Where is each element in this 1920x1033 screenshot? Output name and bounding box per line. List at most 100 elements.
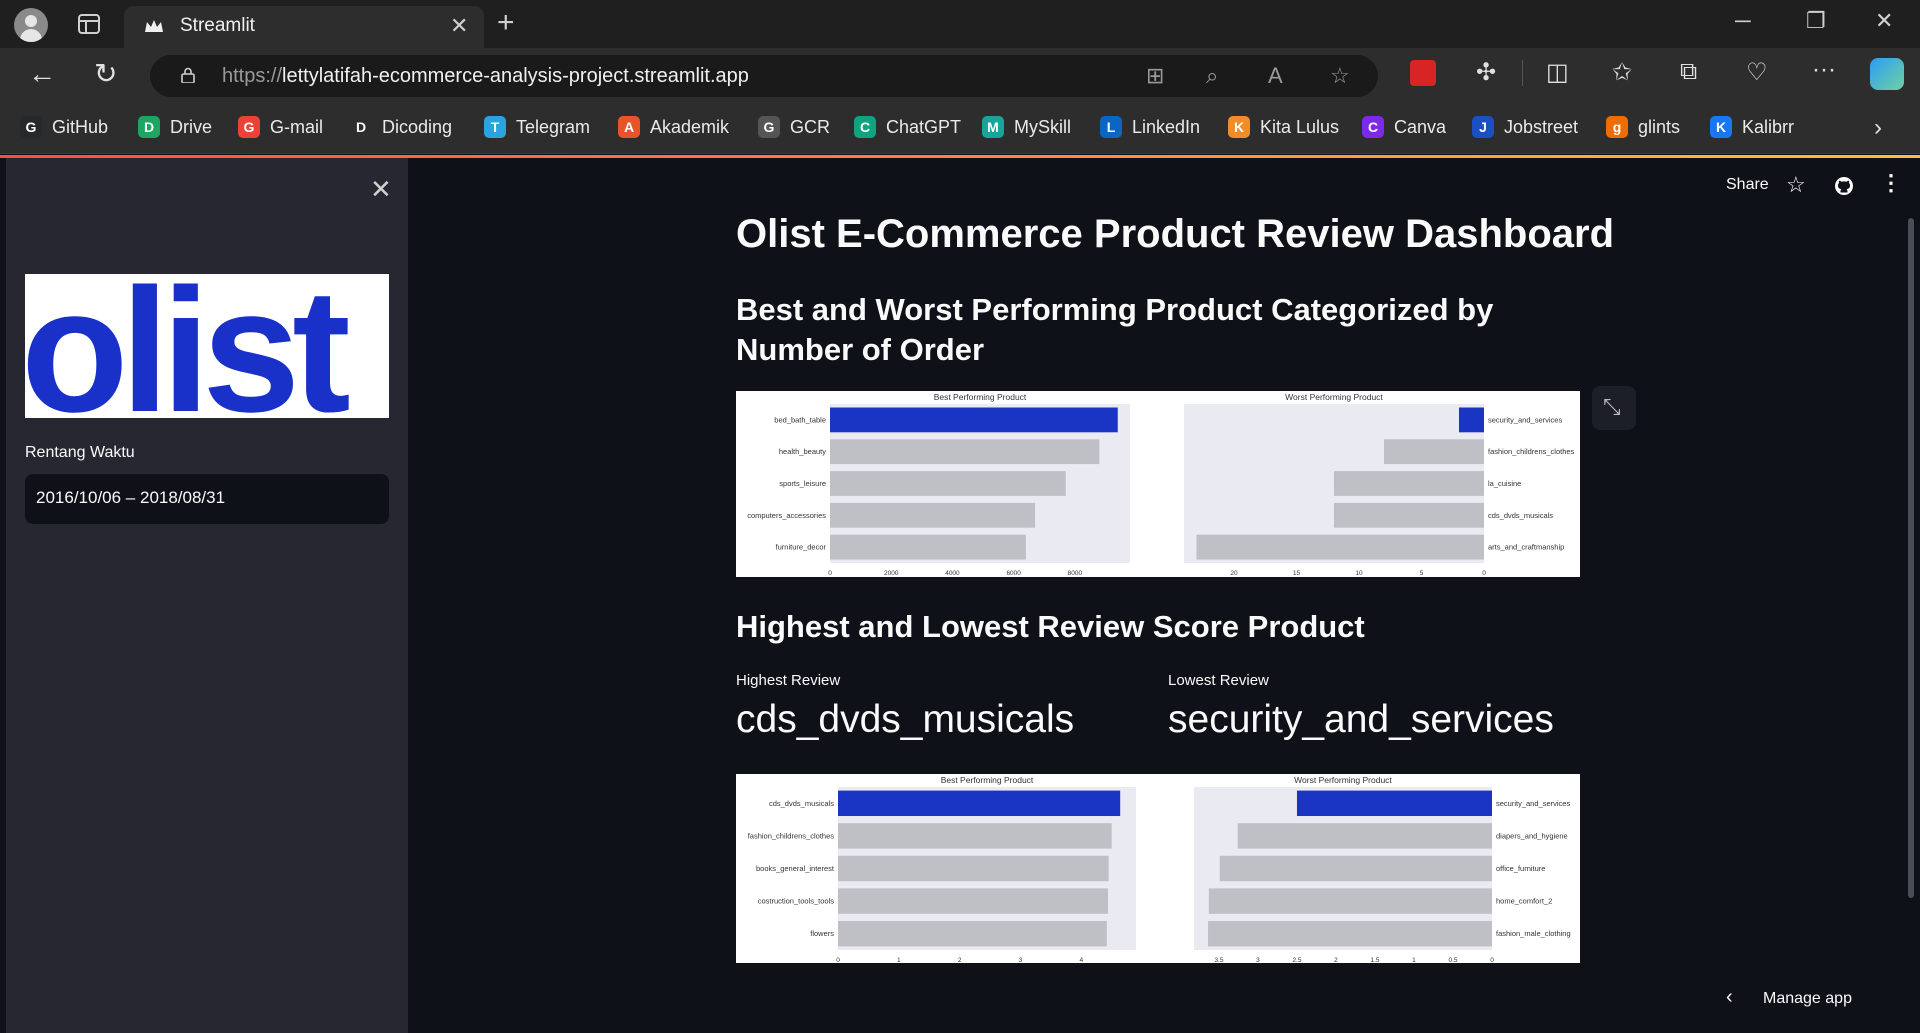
star-icon[interactable]: ☆ <box>1786 172 1806 198</box>
chart-title: Worst Performing Product <box>1294 775 1392 785</box>
bookmark-akademik[interactable]: A Akademik <box>618 116 729 138</box>
window-close-icon[interactable]: ✕ <box>1875 8 1893 34</box>
canva-icon: C <box>1362 116 1384 138</box>
new-tab-icon[interactable]: + <box>497 6 515 40</box>
browser-tab-active[interactable]: Streamlit ✕ <box>124 6 484 48</box>
bookmark-label: GCR <box>790 116 830 137</box>
bar <box>1237 823 1492 849</box>
category-tick-label: health_beauty <box>779 447 826 456</box>
browser-essentials-icon[interactable]: ♡ <box>1746 58 1768 87</box>
bookmark-jobstreet[interactable]: J Jobstreet <box>1472 116 1578 138</box>
category-tick-label: security_and_services <box>1488 415 1562 424</box>
bookmark-dicoding[interactable]: D Dicoding <box>350 116 452 138</box>
browser-tab-strip: Streamlit ✕ + ─ ❐ ✕ <box>0 0 1920 48</box>
back-arrow-icon[interactable]: ← <box>28 58 56 90</box>
collections-icon[interactable]: ⧉ <box>1680 58 1697 86</box>
chevron-left-icon[interactable]: ‹ <box>1726 986 1733 1009</box>
x-tick-label: 4 <box>1079 957 1083 963</box>
bar <box>838 888 1109 914</box>
zoom-icon[interactable]: ⌕ <box>1206 63 1218 89</box>
drive-icon: D <box>138 116 160 138</box>
chevron-right-icon[interactable]: › <box>1874 114 1882 142</box>
favorite-star-icon[interactable]: ☆ <box>1330 63 1350 89</box>
metric-lowest-label: Lowest Review <box>1168 672 1269 689</box>
category-tick-label: costruction_tools_tools <box>758 897 835 906</box>
tab-close-icon[interactable]: ✕ <box>450 13 468 39</box>
glints-icon: g <box>1606 116 1628 138</box>
category-tick-label: flowers <box>810 929 834 938</box>
x-tick-label: 15 <box>1293 570 1301 577</box>
share-button[interactable]: Share <box>1726 176 1769 194</box>
category-tick-label: fashion_male_clothing <box>1496 929 1571 938</box>
category-tick-label: cds_dvds_musicals <box>1488 511 1553 520</box>
app-available-icon[interactable]: ⊞ <box>1146 63 1164 89</box>
x-tick-label: 20 <box>1230 570 1238 577</box>
tab-actions-icon[interactable] <box>78 14 100 34</box>
extensions-puzzle-icon[interactable]: ✣ <box>1476 58 1496 87</box>
bar <box>838 823 1112 849</box>
bookmark-telegram[interactable]: T Telegram <box>484 116 590 138</box>
category-tick-label: fashion_childrens_clothes <box>1488 447 1575 456</box>
more-options-icon[interactable]: ··· <box>1812 56 1836 84</box>
bookmark-label: glints <box>1638 116 1681 137</box>
address-bar[interactable]: https://lettylatifah-ecommerce-analysis-… <box>150 55 1378 97</box>
lock-icon[interactable] <box>180 67 196 83</box>
bookmark-chatgpt[interactable]: C ChatGPT <box>854 116 961 138</box>
bookmark-myskill[interactable]: M MySkill <box>982 116 1071 138</box>
bar <box>1296 790 1492 817</box>
bookmark-g-mail[interactable]: G G-mail <box>238 116 323 138</box>
bar <box>830 471 1066 496</box>
bar <box>830 439 1100 465</box>
bookmark-kalibrr[interactable]: K Kalibrr <box>1710 116 1794 138</box>
category-tick-label: security_and_services <box>1496 799 1570 808</box>
bookmark-kita-lulus[interactable]: K Kita Lulus <box>1228 116 1339 138</box>
x-tick-label: 5 <box>1420 570 1424 577</box>
bookmark-gcr[interactable]: G GCR <box>758 116 830 138</box>
fullscreen-button[interactable]: ⤡ <box>1592 386 1636 430</box>
bar <box>838 855 1109 882</box>
review-chart: Best Performing Product cds_dvds_musicals… <box>736 774 1580 963</box>
dicoding-icon: D <box>350 116 372 138</box>
x-tick-label: 1 <box>897 957 901 963</box>
bar <box>1334 471 1484 496</box>
minimize-icon[interactable]: ─ <box>1735 8 1751 34</box>
split-screen-icon[interactable]: ◫ <box>1546 58 1569 87</box>
telegram-icon: T <box>484 116 506 138</box>
favorites-icon[interactable]: ✩ <box>1612 58 1632 87</box>
orders-chart: Best Performing Product bed_bath_tablehea… <box>736 391 1580 577</box>
profile-avatar-icon[interactable] <box>14 8 48 42</box>
bar <box>830 407 1118 433</box>
bar <box>1459 407 1484 433</box>
bookmark-canva[interactable]: C Canva <box>1362 116 1446 138</box>
reload-icon[interactable]: ↻ <box>94 57 117 90</box>
scrollbar[interactable] <box>1908 218 1914 898</box>
metric-highest-label: Highest Review <box>736 672 841 689</box>
extension-red-icon[interactable] <box>1410 60 1436 86</box>
myskill-icon: M <box>982 116 1004 138</box>
expand-icon: ⤡ <box>1603 394 1621 419</box>
restore-icon[interactable]: ❐ <box>1806 8 1826 34</box>
read-aloud-icon[interactable]: A <box>1268 63 1283 89</box>
x-tick-label: 1 <box>1412 957 1416 963</box>
category-tick-label: sports_leisure <box>779 479 826 488</box>
bookmark-label: GitHub <box>52 116 109 137</box>
x-tick-label: 3 <box>1256 957 1260 963</box>
bookmark-linkedin[interactable]: L LinkedIn <box>1100 116 1200 138</box>
bookmark-label: MySkill <box>1014 116 1071 137</box>
main-menu-icon[interactable]: ⋮ <box>1880 170 1902 196</box>
linkedin-icon: L <box>1100 116 1122 138</box>
manage-app-button[interactable]: Manage app <box>1763 990 1852 1008</box>
url-text[interactable]: https://lettylatifah-ecommerce-analysis-… <box>222 65 749 88</box>
close-sidebar-icon[interactable]: ✕ <box>370 174 392 205</box>
chart-title: Best Performing Product <box>934 392 1027 402</box>
bookmark-label: Kalibrr <box>1742 116 1795 137</box>
github-icon[interactable] <box>1834 176 1854 196</box>
section-title-reviews: Highest and Lowest Review Score Product <box>736 609 1365 644</box>
bookmark-github[interactable]: G GitHub <box>20 116 108 138</box>
copilot-icon[interactable] <box>1870 58 1904 90</box>
bar <box>1208 888 1492 914</box>
bookmark-drive[interactable]: D Drive <box>138 116 212 138</box>
date-range-input[interactable]: 2016/10/06 – 2018/08/31 <box>25 474 389 524</box>
bookmark-glints[interactable]: g glints <box>1606 116 1680 138</box>
bar <box>830 534 1026 560</box>
